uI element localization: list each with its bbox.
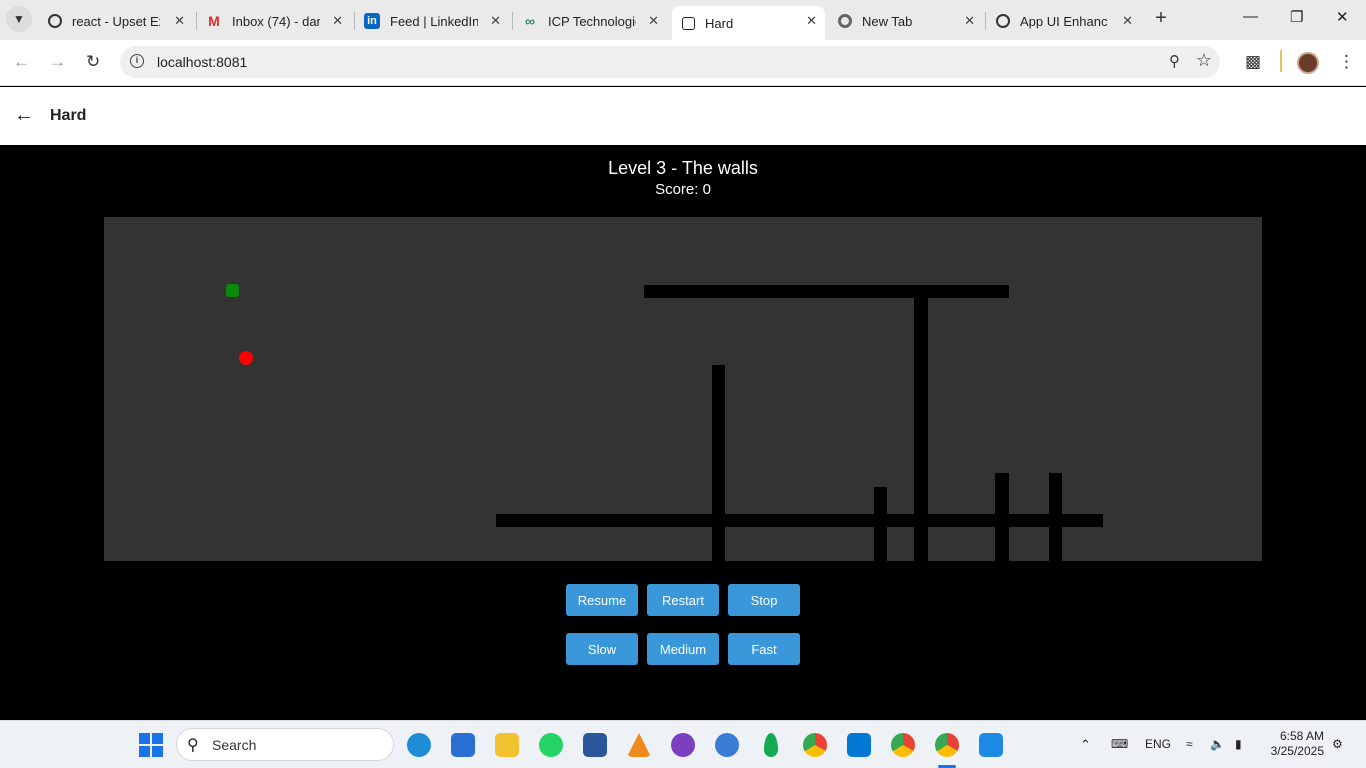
tray-overflow-icon[interactable]: ⌃ — [1080, 737, 1091, 753]
keyboard-icon[interactable]: ⌨ — [1111, 737, 1128, 751]
restart-button[interactable]: Restart — [647, 584, 719, 616]
bookmark-star-icon[interactable]: ☆ — [1196, 50, 1212, 71]
close-tab-icon[interactable]: ✕ — [174, 13, 185, 29]
tab-gmail-inbox[interactable]: M Inbox (74) - dan ✕ — [196, 6, 351, 36]
score-text: Score: 0 — [655, 181, 711, 198]
browser-tab-strip: ▼ react - Upset Exp ✕ M Inbox (74) - dan… — [0, 0, 1366, 40]
wifi-icon[interactable]: ≈ — [1186, 737, 1193, 751]
stop-button[interactable]: Stop — [728, 584, 800, 616]
wall-post-2 — [995, 473, 1009, 561]
tab-new-tab[interactable]: New Tab ✕ — [828, 6, 983, 36]
cube-icon — [682, 16, 695, 30]
gmail-icon: M — [208, 13, 220, 29]
wall-post-3 — [1049, 473, 1062, 561]
profile-avatar[interactable] — [1297, 52, 1319, 74]
tab-react-upset[interactable]: react - Upset Exp ✕ — [38, 6, 193, 36]
search-placeholder: Search — [212, 737, 257, 753]
notepad-icon[interactable] — [979, 733, 1003, 757]
food-item — [239, 351, 253, 365]
reload-icon[interactable]: ↻ — [86, 52, 100, 72]
new-tab-button[interactable]: + — [1150, 8, 1172, 30]
tab-hard[interactable]: Hard ✕ — [672, 6, 825, 40]
zoom-icon[interactable]: ⚲ — [1169, 52, 1180, 70]
slow-speed-button[interactable]: Slow — [566, 633, 638, 665]
close-tab-icon[interactable]: ✕ — [964, 13, 975, 29]
close-tab-icon[interactable]: ✕ — [648, 13, 659, 29]
game-board[interactable] — [104, 217, 1262, 561]
icp-icon: ∞ — [525, 13, 535, 29]
site-info-icon[interactable]: i — [130, 54, 144, 68]
menu-kebab-icon[interactable]: ⋮ — [1338, 52, 1355, 72]
tab-title: react - Upset Exp — [72, 13, 160, 29]
windows-start-icon[interactable] — [139, 733, 163, 757]
openai-icon — [48, 14, 62, 28]
battery-icon[interactable]: ▮ — [1235, 737, 1242, 751]
chrome-active-icon[interactable] — [935, 733, 959, 757]
github-desktop-icon[interactable] — [671, 733, 695, 757]
snake-head — [226, 284, 239, 297]
search-icon: ⚲ — [187, 737, 199, 754]
close-tab-icon[interactable]: ✕ — [806, 13, 817, 29]
linkedin-icon: in — [364, 13, 380, 29]
app-store-icon[interactable] — [715, 733, 739, 757]
extensions-icon[interactable]: ▩ — [1245, 52, 1261, 72]
level-title: Level 3 - The walls — [608, 158, 758, 178]
chrome-profile-icon[interactable] — [891, 733, 915, 757]
file-explorer-icon[interactable] — [495, 733, 519, 757]
clock-date: 3/25/2025 — [1270, 744, 1324, 758]
toolbar-divider — [1280, 50, 1282, 72]
tab-title: Inbox (74) - dan — [232, 13, 320, 29]
wall-bottom-horizontal — [496, 514, 1103, 527]
vscode-icon[interactable] — [847, 733, 871, 757]
forward-icon[interactable]: → — [49, 52, 66, 72]
close-tab-icon[interactable]: ✕ — [332, 13, 343, 29]
fast-speed-button[interactable]: Fast — [728, 633, 800, 665]
tab-title: ICP Technologies — [548, 13, 636, 29]
close-tab-icon[interactable]: ✕ — [1122, 13, 1133, 29]
close-tab-icon[interactable]: ✕ — [490, 13, 501, 29]
tab-title: Hard — [705, 15, 734, 31]
tab-linkedin[interactable]: in Feed | LinkedIn ✕ — [354, 6, 509, 36]
volume-icon[interactable]: 🔈 — [1210, 737, 1225, 751]
language-indicator[interactable]: ENG — [1145, 737, 1171, 751]
tab-title: Feed | LinkedIn — [390, 13, 478, 29]
tab-icp-technologies[interactable]: ∞ ICP Technologies ✕ — [512, 6, 667, 36]
restore-icon[interactable]: ❐ — [1290, 8, 1303, 26]
notification-icon[interactable]: ⚙ — [1332, 737, 1343, 751]
url-text[interactable]: localhost:8081 — [157, 54, 247, 70]
wall-vertical-left — [712, 365, 725, 561]
address-bar[interactable]: i localhost:8081 ⚲ ☆ — [120, 46, 1220, 78]
vlc-icon[interactable] — [627, 733, 651, 757]
windows-taskbar: ⚲ Search ⌃ ⌨ ENG ≈ 🔈 ▮ 6:58 AM 3/25/2025… — [0, 720, 1366, 768]
taskbar-search[interactable]: ⚲ Search — [176, 728, 394, 761]
resume-button[interactable]: Resume — [566, 584, 638, 616]
whatsapp-icon[interactable] — [539, 733, 563, 757]
openai-icon — [996, 14, 1010, 28]
store-icon[interactable] — [451, 733, 475, 757]
app-header: ← Hard — [0, 87, 1366, 145]
page-title: Hard — [50, 107, 87, 124]
tab-app-ui-enhancer[interactable]: App UI Enhancer ✕ — [986, 6, 1141, 36]
game-container: Level 3 - The walls Score: 0 Resume Rest… — [0, 145, 1366, 720]
clock[interactable]: 6:58 AM 3/25/2025 — [1262, 729, 1324, 759]
word-icon[interactable] — [583, 733, 607, 757]
minimize-icon[interactable]: — — [1243, 8, 1258, 25]
edge-icon[interactable] — [407, 733, 431, 757]
mongodb-icon[interactable] — [764, 733, 778, 757]
wall-top-horizontal — [644, 285, 1009, 298]
back-arrow-icon[interactable]: ← — [14, 104, 34, 127]
chrome-icon — [838, 14, 852, 28]
tab-title: App UI Enhancer — [1020, 13, 1108, 29]
clock-time: 6:58 AM — [1279, 729, 1324, 743]
back-icon[interactable]: ← — [13, 52, 30, 72]
tab-search-button[interactable]: ▼ — [6, 6, 32, 32]
wall-post-1 — [874, 487, 887, 561]
tab-title: New Tab — [862, 13, 913, 29]
browser-toolbar: ← → ↻ i localhost:8081 ⚲ ☆ ▩ ⋮ — [0, 40, 1366, 86]
close-window-icon[interactable]: ✕ — [1336, 8, 1349, 26]
medium-speed-button[interactable]: Medium — [647, 633, 719, 665]
chrome-icon[interactable] — [803, 733, 827, 757]
